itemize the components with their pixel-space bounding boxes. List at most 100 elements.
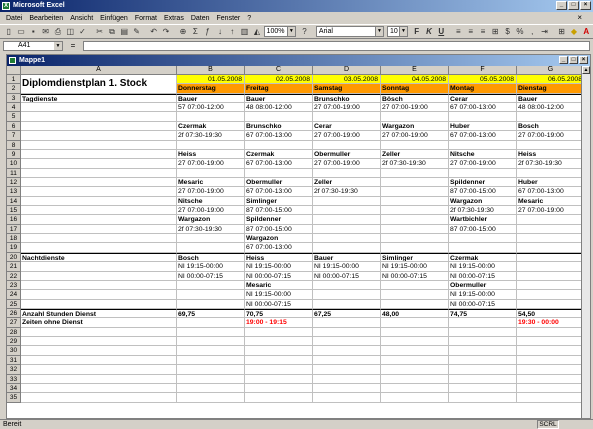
cell-g21[interactable] [517, 262, 585, 272]
font-size-select[interactable]: 10 ▼ [387, 26, 408, 37]
cell-f9[interactable]: Nitsche [449, 149, 517, 160]
cell-b5[interactable] [177, 112, 245, 122]
cell-f35[interactable] [449, 393, 517, 403]
row-header[interactable]: 32 [7, 365, 21, 375]
cell-c34[interactable] [245, 383, 313, 394]
help-icon[interactable]: ? [299, 26, 310, 38]
cell-b6[interactable]: Czermak [177, 121, 245, 132]
cell-g28[interactable] [517, 327, 585, 338]
cell-d10[interactable]: 27 07:00-19:00 [313, 159, 381, 169]
cell-e19[interactable] [381, 243, 449, 253]
cell-a12[interactable] [21, 177, 177, 188]
cell-e21[interactable]: NI 19:15-00:00 [381, 262, 449, 272]
cell-g27[interactable]: 19:30 - 00:00 [517, 318, 585, 328]
cell-c23[interactable]: Mesaric [245, 280, 313, 291]
cell-a18[interactable] [21, 234, 177, 244]
cell-g32[interactable] [517, 365, 585, 375]
open-icon[interactable]: ▭ [15, 26, 26, 38]
cell-d28[interactable] [313, 327, 381, 338]
cell-b30[interactable] [177, 346, 245, 356]
cell-b35[interactable] [177, 393, 245, 403]
row-header[interactable]: 18 [7, 234, 21, 244]
cell-a7[interactable] [21, 131, 177, 141]
cell-c33[interactable] [245, 374, 313, 384]
zoom-select[interactable]: 100% ▼ [263, 26, 296, 37]
menu-item[interactable]: Datei [6, 15, 22, 22]
cell-b34[interactable] [177, 383, 245, 394]
wb-maximize-button[interactable]: □ [569, 56, 578, 64]
row-header[interactable]: 4 [7, 103, 21, 113]
cell-f26[interactable]: 74,75 [449, 309, 517, 319]
cell-g12[interactable]: Huber [517, 177, 585, 188]
cell-f11[interactable] [449, 168, 517, 178]
cell-g7[interactable]: 27 07:00-19:00 [517, 131, 585, 141]
cell-f32[interactable] [449, 365, 517, 375]
cell-e3[interactable]: Bösch [381, 93, 449, 104]
cell-a15[interactable] [21, 206, 177, 216]
cell-d23[interactable] [313, 280, 381, 291]
merge-center-icon[interactable]: ⊞ [490, 26, 501, 38]
cell-f3[interactable]: Cerar [449, 93, 517, 104]
cell-g29[interactable] [517, 337, 585, 347]
cell-f16[interactable]: Wartbichler [449, 215, 517, 225]
cell-g1[interactable]: 06.05.2008 [517, 75, 585, 85]
cell-c21[interactable]: NI 19:15-00:00 [245, 262, 313, 272]
row-header[interactable]: 10 [7, 159, 21, 169]
cell-f20[interactable]: Czermak [449, 252, 517, 263]
cell-a4[interactable] [21, 103, 177, 113]
cell-d16[interactable] [313, 215, 381, 225]
cell-f30[interactable] [449, 346, 517, 356]
cell-b9[interactable]: Heiss [177, 149, 245, 160]
cell-d33[interactable] [313, 374, 381, 384]
bold-icon[interactable]: F [411, 26, 422, 38]
cell-f12[interactable]: Spildenner [449, 177, 517, 188]
cell-a33[interactable] [21, 374, 177, 384]
cell-d11[interactable] [313, 168, 381, 178]
cell-g10[interactable]: 2f 07:30-19:30 [517, 159, 585, 169]
percent-icon[interactable]: % [514, 26, 525, 38]
cell-c22[interactable]: NI 00:00-07:15 [245, 271, 313, 281]
cell-f27[interactable] [449, 318, 517, 328]
cell-f13[interactable]: 87 07:00-15:00 [449, 187, 517, 197]
column-header-b[interactable]: B [177, 66, 245, 75]
cell-g19[interactable] [517, 243, 585, 253]
paste-icon[interactable]: ▤ [119, 26, 130, 38]
cell-d2[interactable]: Samstag [313, 84, 381, 94]
row-header[interactable]: 35 [7, 393, 21, 403]
cell-a22[interactable] [21, 271, 177, 281]
cell-f34[interactable] [449, 383, 517, 394]
cell-d24[interactable] [313, 290, 381, 300]
menu-item[interactable]: Bearbeiten [29, 15, 63, 22]
cell-a10[interactable] [21, 159, 177, 169]
cell-c7[interactable]: 67 07:00-13:00 [245, 131, 313, 141]
chart-wizard-icon[interactable]: ▥ [239, 26, 250, 38]
cell-d22[interactable]: NI 00:00-07:15 [313, 271, 381, 281]
cell-c14[interactable]: Simlinger [245, 196, 313, 207]
cell-b14[interactable]: Nitsche [177, 196, 245, 207]
cell-g25[interactable] [517, 299, 585, 309]
cell-b23[interactable] [177, 280, 245, 291]
cell-a5[interactable] [21, 112, 177, 122]
cell-d6[interactable]: Cerar [313, 121, 381, 132]
cell-g4[interactable]: 48 08:00-12:00 [517, 103, 585, 113]
workbook-close-icon[interactable]: × [577, 13, 582, 22]
cell-a3[interactable]: Tagdienste [21, 93, 177, 104]
cell-b11[interactable] [177, 168, 245, 178]
indent-icon[interactable]: ⇥ [539, 26, 550, 38]
cell-a30[interactable] [21, 346, 177, 356]
row-header[interactable]: 19 [7, 243, 21, 253]
preview-icon[interactable]: ◫ [65, 26, 76, 38]
cell-d9[interactable]: Obermuller [313, 149, 381, 160]
cut-icon[interactable]: ✂ [94, 26, 105, 38]
cell-a17[interactable] [21, 224, 177, 235]
cell-g8[interactable] [517, 140, 585, 150]
cell-g34[interactable] [517, 383, 585, 394]
column-header-f[interactable]: F [449, 66, 517, 75]
row-header[interactable]: 22 [7, 271, 21, 281]
cell-c2[interactable]: Freitag [245, 84, 313, 94]
cell-d5[interactable] [313, 112, 381, 122]
cell-e22[interactable]: NI 00:00-07:15 [381, 271, 449, 281]
cell-g13[interactable]: 67 07:00-13:00 [517, 187, 585, 197]
column-header-g[interactable]: G [517, 66, 585, 75]
cell-c1[interactable]: 02.05.2008 [245, 75, 313, 85]
